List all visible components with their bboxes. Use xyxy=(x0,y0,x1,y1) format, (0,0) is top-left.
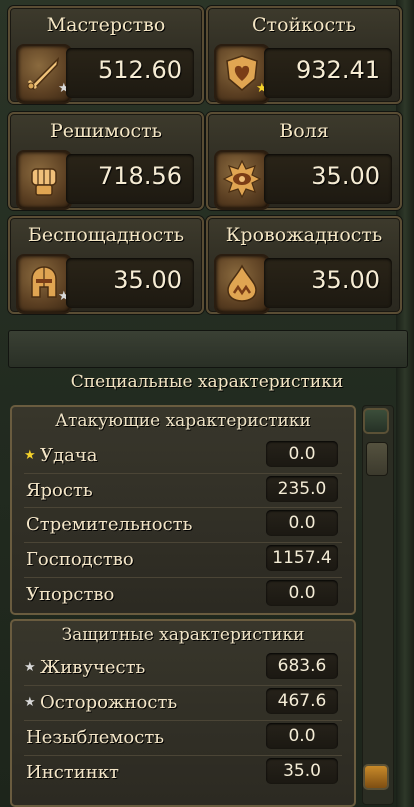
stat-value: 467.6 xyxy=(266,688,338,714)
stat-row[interactable]: Инстинкт 35.0 xyxy=(22,756,344,790)
stat-value: 235.0 xyxy=(266,476,338,502)
stat-value-box: 35.00 xyxy=(264,154,392,204)
scroll-down-button[interactable] xyxy=(363,764,389,790)
stat-value-box: 512.60 xyxy=(66,48,194,98)
star-icon: ★ xyxy=(24,695,36,710)
stat-label: Стремительность xyxy=(26,514,193,535)
stat-row[interactable]: ★ Живучесть 683.6 xyxy=(22,651,344,685)
stat-value: 683.6 xyxy=(266,653,338,679)
attack-stats-panel: Атакующие характеристики ★ Удача 0.0 Яро… xyxy=(10,405,356,615)
stat-title: Кровожадность xyxy=(225,224,383,246)
stat-label: Инстинкт xyxy=(26,762,119,783)
scrollbar-thumb[interactable] xyxy=(366,442,388,476)
helmet-icon xyxy=(16,254,72,314)
stat-value: 35.0 xyxy=(266,758,338,784)
fist-icon xyxy=(16,150,72,210)
stat-label: Господство xyxy=(26,549,134,570)
stat-label: Осторожность xyxy=(40,692,178,713)
stat-value: 0.0 xyxy=(266,723,338,749)
star-icon: ★ xyxy=(24,660,36,675)
stat-label: Ярость xyxy=(26,480,93,501)
stat-value: 35.00 xyxy=(311,266,380,294)
stat-row[interactable]: Господство 1157.4 xyxy=(22,543,344,577)
stat-value: 0.0 xyxy=(266,580,338,606)
panel-header: Атакующие характеристики xyxy=(55,411,311,431)
star-icon: ★ xyxy=(24,448,36,463)
stat-title: Воля xyxy=(279,120,329,142)
stat-value: 512.60 xyxy=(98,56,182,84)
ornament-divider xyxy=(8,330,408,368)
stat-label: Живучесть xyxy=(40,657,146,678)
stat-row[interactable]: Стремительность 0.0 xyxy=(22,508,344,542)
stat-value: 35.00 xyxy=(113,266,182,294)
defense-stats-panel: Защитные характеристики ★ Живучесть 683.… xyxy=(10,619,356,807)
stat-title: Решимость xyxy=(49,120,163,142)
scroll-up-button[interactable] xyxy=(363,408,389,434)
stat-label: Незыблемость xyxy=(26,727,165,748)
stat-row[interactable]: Упорство 0.0 xyxy=(22,578,344,612)
stat-tile-stamina[interactable]: Стойкость ★ 932.41 xyxy=(206,6,402,104)
stat-title: Мастерство xyxy=(46,14,166,36)
stat-tile-will[interactable]: Воля 35.00 xyxy=(206,112,402,210)
stat-value: 1157.4 xyxy=(266,545,338,571)
stat-value-box: 932.41 xyxy=(264,48,392,98)
stat-value: 0.0 xyxy=(266,441,338,467)
stat-label: Упорство xyxy=(26,584,115,605)
stat-row[interactable]: Ярость 235.0 xyxy=(22,474,344,508)
stat-tile-bloodthirst[interactable]: Кровожадность 35.00 xyxy=(206,216,402,314)
stat-row[interactable]: ★ Удача 0.0 xyxy=(22,439,344,473)
stat-title: Беспощадность xyxy=(27,224,185,246)
stat-value: 35.00 xyxy=(311,162,380,190)
stat-row[interactable]: ★ Осторожность 467.6 xyxy=(22,686,344,720)
blood-drop-icon xyxy=(214,254,270,314)
stat-value: 0.0 xyxy=(266,510,338,536)
stat-tile-ruthlessness[interactable]: Беспощадность ★ 35.00 xyxy=(8,216,204,314)
stat-title: Стойкость xyxy=(252,14,356,36)
stat-label: Удача xyxy=(40,445,98,466)
stat-value-box: 35.00 xyxy=(264,258,392,308)
stat-tile-resolve[interactable]: Решимость 718.56 xyxy=(8,112,204,210)
panel-header: Защитные характеристики xyxy=(61,625,305,645)
stat-tile-mastery[interactable]: Мастерство ★ 512.60 xyxy=(8,6,204,104)
special-stats-banner: Специальные характеристики xyxy=(0,366,414,404)
banner-title: Специальные характеристики xyxy=(70,372,344,392)
stat-value-box: 35.00 xyxy=(66,258,194,308)
stat-row[interactable]: Незыблемость 0.0 xyxy=(22,721,344,755)
eye-sun-icon xyxy=(214,150,270,210)
stat-value-box: 718.56 xyxy=(66,154,194,204)
stat-value: 932.41 xyxy=(296,56,380,84)
stat-value: 718.56 xyxy=(98,162,182,190)
